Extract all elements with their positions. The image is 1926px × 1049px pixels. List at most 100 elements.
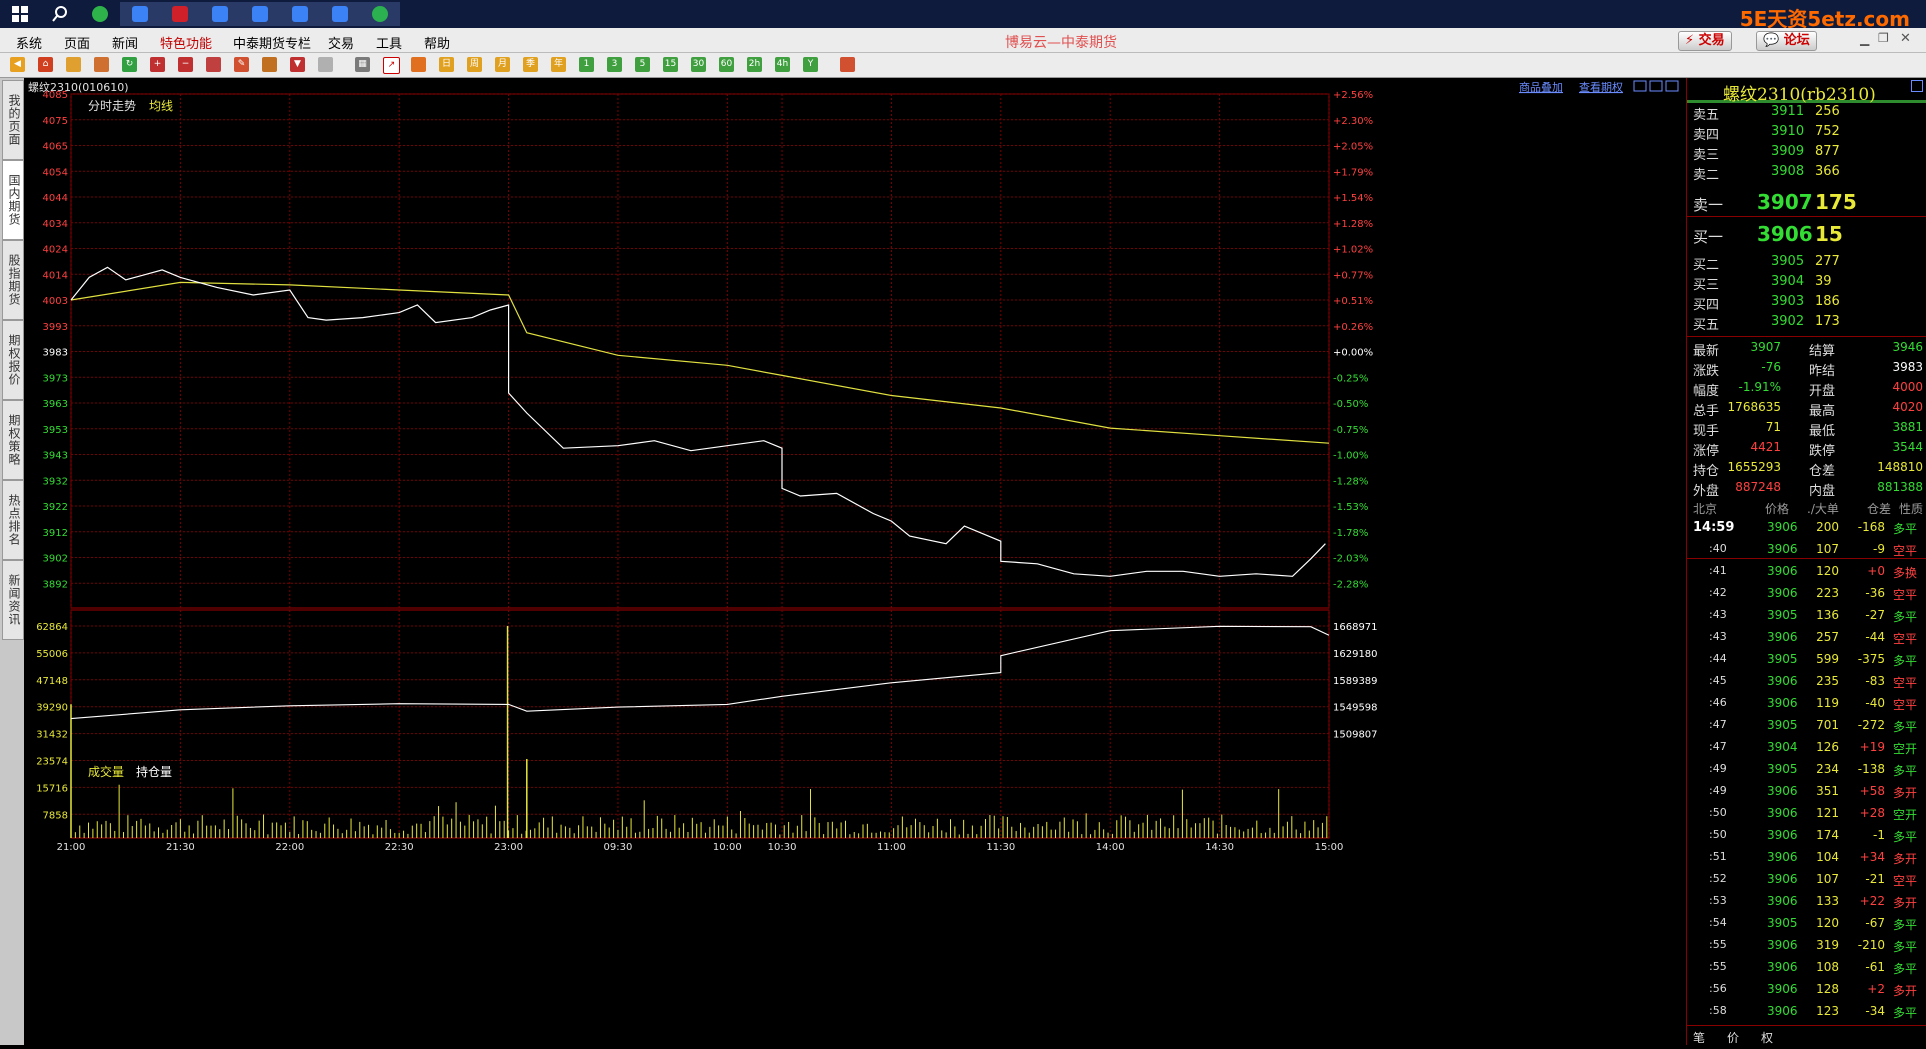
nav-domestic-futures[interactable]: 国内期货	[2, 160, 24, 240]
home-icon[interactable]: ⌂	[38, 57, 53, 72]
tick-price: 3905	[1767, 718, 1798, 732]
paint-icon[interactable]	[262, 57, 277, 72]
draw-icon[interactable]: ✎	[234, 57, 249, 72]
menu-help[interactable]: 帮助	[424, 33, 450, 52]
ask-price: 3907	[1757, 190, 1813, 214]
ask-price: 3910	[1771, 124, 1805, 139]
nav-index-futures[interactable]: 股指期货	[2, 240, 24, 320]
stock-app-taskbar-icon[interactable]	[160, 2, 200, 26]
taskbar: 5E天资5etz.com	[0, 0, 1926, 31]
price-tick-label: 4054	[43, 167, 68, 178]
tick-volume: 319	[1816, 938, 1839, 952]
open-interest-label: 持仓量	[136, 764, 172, 779]
ask-volume: 877	[1815, 144, 1840, 159]
oi-tick-label: 1629180	[1333, 649, 1378, 660]
layout-toggle-icon[interactable]	[1665, 80, 1679, 92]
day-icon[interactable]: 日	[439, 57, 454, 72]
intraday-chart-area[interactable]: 螺纹2310(010610) 商品叠加 查看期权 分时走势 均线 成交量 持仓量…	[24, 78, 1684, 1045]
search-icon[interactable]	[40, 2, 80, 26]
nav-news[interactable]: 新闻资讯	[2, 560, 24, 640]
menu-system[interactable]: 系统	[16, 33, 42, 52]
period-5-icon[interactable]: 5	[635, 57, 650, 72]
filter-icon[interactable]: ▼	[290, 57, 305, 72]
period-60-icon[interactable]: 60	[719, 57, 734, 72]
menu-page[interactable]: 页面	[64, 33, 90, 52]
tab-trades[interactable]: 笔	[1693, 1029, 1705, 1046]
menu-features[interactable]: 特色功能	[160, 33, 212, 52]
browser-taskbar-icon[interactable]	[80, 2, 120, 26]
period-3-icon[interactable]: 3	[607, 57, 622, 72]
app-taskbar-icon[interactable]	[240, 2, 280, 26]
tick-time: :54	[1709, 916, 1727, 929]
tick-price: 3906	[1767, 520, 1798, 534]
nav-option-strategy[interactable]: 期权策略	[2, 400, 24, 480]
tick-oi-change: -27	[1865, 608, 1885, 622]
layout-toggle-icon[interactable]	[1649, 80, 1663, 92]
nav-my-page[interactable]: 我的页面	[2, 80, 24, 160]
stat-label: 持仓	[1693, 464, 1720, 479]
menu-news[interactable]: 新闻	[112, 33, 138, 52]
tab-price[interactable]: 价	[1727, 1029, 1739, 1046]
period-30-icon[interactable]: 30	[691, 57, 706, 72]
kline-icon[interactable]	[411, 57, 426, 72]
overlay-link[interactable]: 商品叠加	[1519, 80, 1563, 94]
period-custom-icon[interactable]: Y	[803, 57, 818, 72]
volume-tick-label: 55006	[36, 649, 68, 660]
bid-price: 3902	[1771, 314, 1805, 329]
app-taskbar-icon[interactable]	[200, 2, 240, 26]
menu-trade[interactable]: 交易	[328, 33, 354, 52]
tick-oi-change: +22	[1859, 894, 1885, 908]
volume-label: 成交量	[88, 764, 124, 779]
close-icon[interactable]: ✕	[1900, 31, 1911, 46]
restore-icon[interactable]: ❐	[1878, 31, 1889, 45]
tab-rights[interactable]: 权	[1761, 1029, 1773, 1046]
period-2h-icon[interactable]: 2h	[747, 57, 762, 72]
back-icon[interactable]: ◀	[10, 57, 25, 72]
nav-hot-ranking[interactable]: 热点排名	[2, 480, 24, 560]
stat-label: 现手	[1693, 424, 1720, 439]
refresh-icon[interactable]: ↻	[122, 57, 137, 72]
zoom-out-icon[interactable]: −	[178, 57, 193, 72]
tick-oi-change: -168	[1857, 520, 1885, 534]
app-taskbar-icon[interactable]	[320, 2, 360, 26]
trade-button[interactable]: ⚡ 交易	[1678, 31, 1732, 51]
percent-tick-label: -1.78%	[1333, 528, 1368, 539]
stat-value: 4421	[1750, 440, 1781, 454]
period-15-icon[interactable]: 15	[663, 57, 678, 72]
tick-time: :51	[1709, 850, 1727, 863]
time-tick-label: 15:00	[1315, 842, 1344, 853]
app-taskbar-icon[interactable]	[280, 2, 320, 26]
period-1-icon[interactable]: 1	[579, 57, 594, 72]
options-link[interactable]: 查看期权	[1579, 80, 1623, 94]
calendar-icon[interactable]	[840, 57, 855, 72]
windows-icon[interactable]	[206, 57, 221, 72]
open-interest-line	[70, 625, 1330, 720]
week-icon[interactable]: 周	[467, 57, 482, 72]
quarter-icon[interactable]: 季	[523, 57, 538, 72]
tick-type: 空平	[1893, 588, 1918, 602]
forum-button[interactable]: 💬 论坛	[1756, 31, 1817, 51]
layout-toggle-icon[interactable]	[1633, 80, 1647, 92]
minimize-icon[interactable]: ▁	[1860, 32, 1869, 46]
tick-oi-change: +34	[1859, 850, 1885, 864]
indicator-icon[interactable]	[318, 57, 333, 72]
tick-volume: 119	[1816, 696, 1839, 710]
zoom-in-icon[interactable]: +	[150, 57, 165, 72]
stat-value: 3983	[1892, 360, 1923, 374]
tick-type: 空平	[1893, 698, 1918, 712]
folder-icon[interactable]	[66, 57, 81, 72]
bid-price: 3905	[1771, 254, 1805, 269]
year-icon[interactable]: 年	[551, 57, 566, 72]
wechat-taskbar-icon[interactable]	[360, 2, 400, 26]
period-4h-icon[interactable]: 4h	[775, 57, 790, 72]
line-chart-icon[interactable]: ↗	[383, 57, 400, 74]
menu-tools[interactable]: 工具	[376, 33, 402, 52]
nav-option-quotes[interactable]: 期权报价	[2, 320, 24, 400]
menu-zhongtai-column[interactable]: 中泰期货专栏	[233, 33, 311, 52]
card-icon[interactable]	[94, 57, 109, 72]
month-icon[interactable]: 月	[495, 57, 510, 72]
app-taskbar-icon[interactable]	[120, 2, 160, 26]
table-icon[interactable]: ▦	[355, 57, 370, 72]
panel-toggle-icon[interactable]	[1911, 80, 1923, 92]
windows-start-icon[interactable]	[0, 2, 40, 26]
